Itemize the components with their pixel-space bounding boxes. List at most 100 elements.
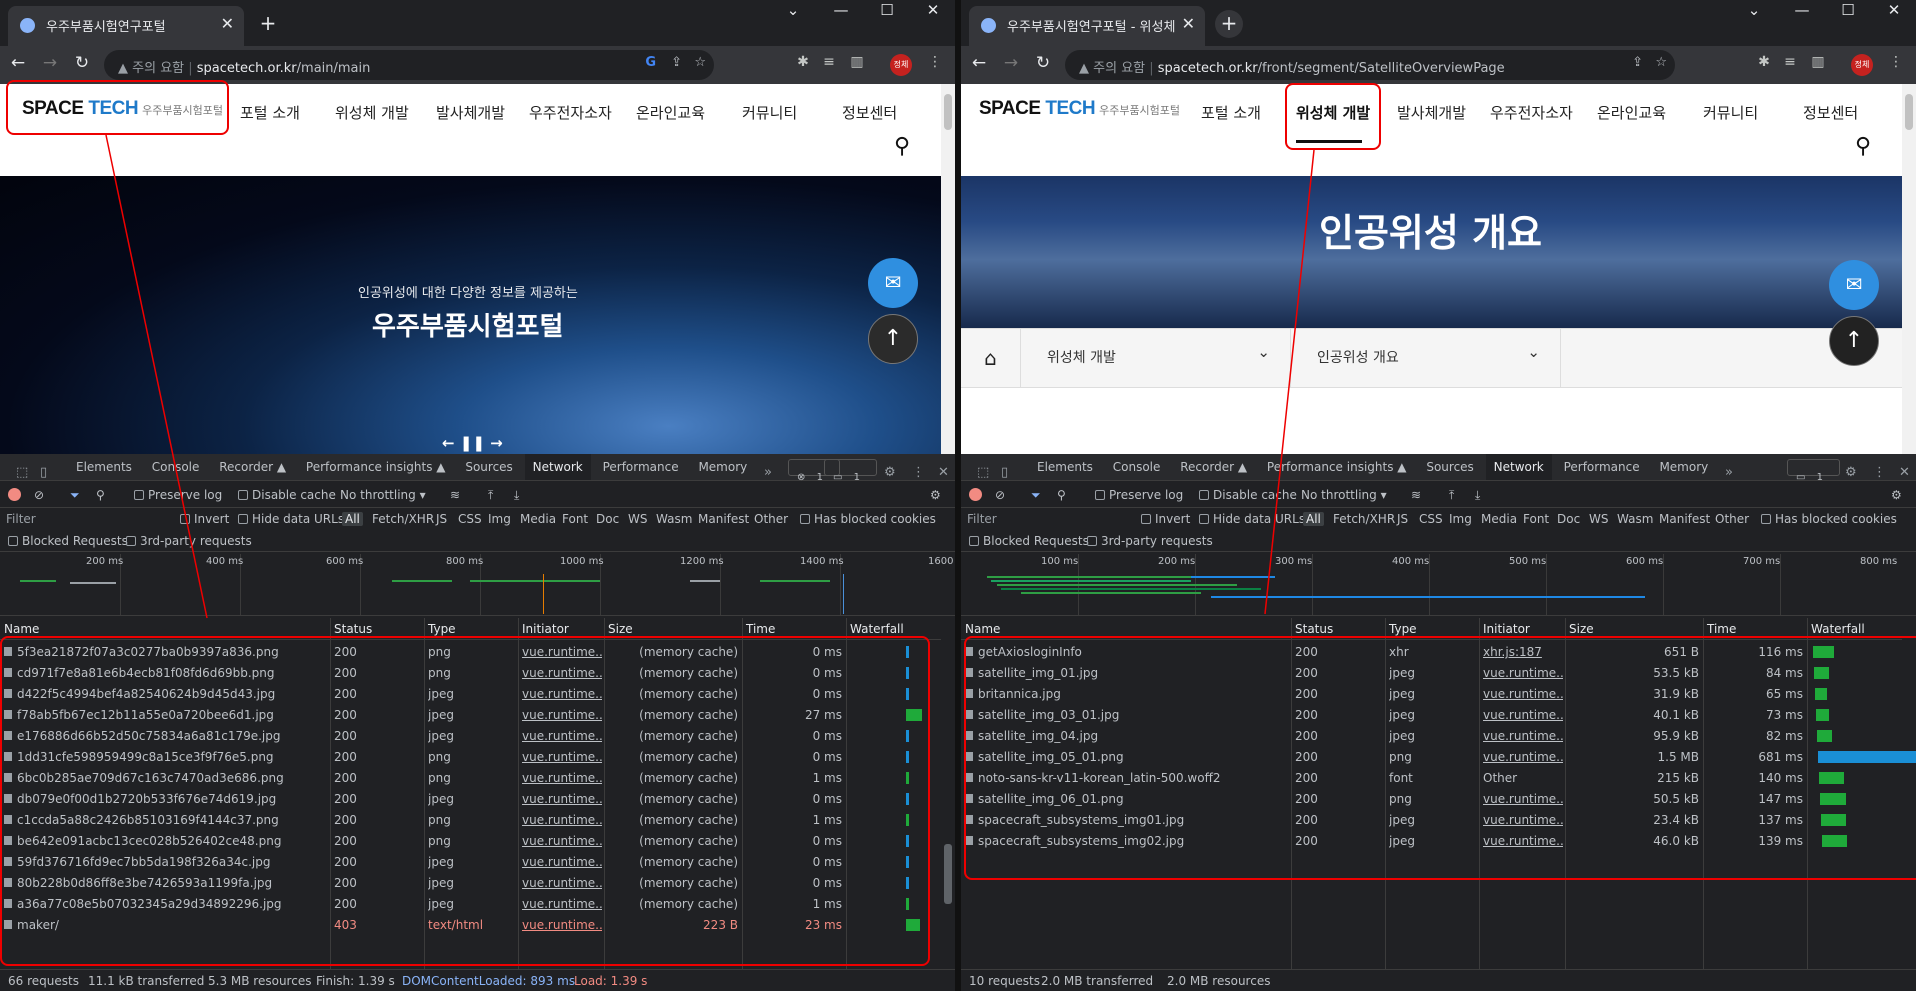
close-window-button[interactable]: ✕ (910, 0, 955, 22)
home-icon[interactable]: ⌂ (961, 329, 1021, 387)
minimize-button[interactable]: — (1779, 0, 1825, 22)
blocked-requests-checkbox[interactable]: Blocked Requests (969, 534, 1089, 548)
page-scrollbar[interactable] (1902, 84, 1916, 454)
warning-icon[interactable]: ▲ (1079, 61, 1093, 76)
tab-console[interactable]: Console (144, 454, 208, 480)
tab-elements[interactable]: Elements (68, 454, 140, 480)
blocked-cookies-checkbox[interactable]: Has blocked cookies (800, 512, 936, 526)
share-icon[interactable]: ⇪ (1632, 55, 1643, 70)
type-filter-other[interactable]: Other (754, 512, 788, 526)
col-size[interactable]: Size (1569, 622, 1594, 636)
col-initiator[interactable]: Initiator (522, 622, 569, 636)
warning-icon[interactable]: ▲ (118, 61, 132, 76)
tab-recorder[interactable]: Recorder ▲ (211, 454, 294, 480)
share-icon[interactable]: ⇪ (671, 55, 682, 70)
page-scrollbar[interactable] (941, 84, 955, 454)
browser-tab[interactable]: 우주부품시험연구포털 - 위성체 ✕ (969, 6, 1205, 46)
extensions-icon[interactable]: ✱ (1753, 54, 1775, 70)
disable-cache-checkbox[interactable]: Disable cache (1199, 488, 1297, 502)
clear-icon[interactable]: ⊘ (995, 488, 1005, 502)
disable-cache-checkbox[interactable]: Disable cache (238, 488, 336, 502)
tab-network[interactable]: Network (1485, 454, 1552, 480)
security-warning-label[interactable]: 주의 요함 (1093, 61, 1145, 76)
slider-controls[interactable]: ← ❚❚ → (442, 434, 503, 452)
scroll-top-button[interactable]: ↑ (1829, 316, 1879, 366)
nav-info-center[interactable]: 정보센터 (1803, 102, 1858, 123)
type-filter-media[interactable]: Media (520, 512, 556, 526)
type-filter-img[interactable]: Img (1449, 512, 1472, 526)
type-filter-css[interactable]: CSS (1419, 512, 1443, 526)
side-panel-icon[interactable]: ▥ (1807, 54, 1829, 70)
tab-sources[interactable]: Sources (457, 454, 520, 480)
breadcrumb-page-select[interactable]: 인공위성 개요 ⌄ (1291, 329, 1561, 387)
reload-icon[interactable]: ↻ (1031, 53, 1055, 73)
issues-badge[interactable]: ▭ 1 (824, 459, 878, 483)
tab-performance-insights[interactable]: Performance insights ▲ (298, 454, 454, 480)
nav-launcher-dev[interactable]: 발사체개발 (436, 102, 505, 123)
col-time[interactable]: Time (746, 622, 775, 636)
type-filter-doc[interactable]: Doc (596, 512, 619, 526)
filter-icon[interactable]: ⏷ (70, 488, 80, 503)
tab-search-icon[interactable]: ⌄ (1731, 0, 1777, 22)
export-har-icon[interactable]: ⤓ (514, 488, 519, 503)
type-filter-all[interactable]: All (1303, 512, 1324, 526)
google-icon[interactable]: G (645, 55, 656, 70)
profile-avatar[interactable]: 정체 (1851, 54, 1873, 76)
col-type[interactable]: Type (1389, 622, 1417, 636)
nav-satellite-dev[interactable]: 위성체 개발 (335, 102, 409, 123)
type-filter-doc[interactable]: Doc (1557, 512, 1580, 526)
tab-search-icon[interactable]: ⌄ (770, 0, 816, 22)
network-settings-icon[interactable]: ⚙ (1891, 488, 1902, 502)
new-tab-button[interactable]: + (254, 10, 282, 38)
search-icon[interactable]: ⚲ (894, 134, 910, 159)
third-party-checkbox[interactable]: 3rd-party requests (126, 534, 252, 548)
table-scrollbar[interactable] (941, 618, 955, 969)
hide-data-urls-checkbox[interactable]: Hide data URLs (238, 512, 344, 526)
invert-checkbox[interactable]: Invert (1141, 512, 1190, 526)
type-filter-js[interactable]: JS (436, 512, 447, 526)
nav-online-education[interactable]: 온라인교육 (636, 102, 705, 123)
filter-input[interactable]: Filter (6, 512, 36, 526)
third-party-checkbox[interactable]: 3rd-party requests (1087, 534, 1213, 548)
type-filter-all[interactable]: All (342, 512, 363, 526)
side-panel-icon[interactable]: ▥ (846, 54, 868, 70)
tab-elements[interactable]: Elements (1029, 454, 1101, 480)
col-waterfall[interactable]: Waterfall (1811, 622, 1865, 636)
type-filter-img[interactable]: Img (488, 512, 511, 526)
col-name[interactable]: Name (4, 622, 39, 636)
nav-online-education[interactable]: 온라인교육 (1597, 102, 1666, 123)
wifi-icon[interactable]: ≋ (450, 488, 460, 502)
close-tab-icon[interactable]: ✕ (1182, 14, 1195, 33)
tab-performance-insights[interactable]: Performance insights ▲ (1259, 454, 1415, 480)
browser-tab[interactable]: 우주부품시험연구포털 ✕ (8, 6, 244, 46)
nav-space-electronics[interactable]: 우주전자소자 (1490, 102, 1573, 123)
type-filter-font[interactable]: Font (1523, 512, 1549, 526)
clear-icon[interactable]: ⊘ (34, 488, 44, 502)
maximize-button[interactable]: ☐ (1825, 0, 1871, 22)
search-network-icon[interactable]: ⚲ (1057, 488, 1066, 502)
tab-performance[interactable]: Performance (595, 454, 687, 480)
tab-sources[interactable]: Sources (1418, 454, 1481, 480)
filter-icon[interactable]: ⏷ (1031, 488, 1041, 503)
throttling-select[interactable]: No throttling ▾ (1301, 488, 1387, 502)
preserve-log-checkbox[interactable]: Preserve log (1095, 488, 1183, 502)
breadcrumb-category-select[interactable]: 위성체 개발 ⌄ (1021, 329, 1291, 387)
tab-network[interactable]: Network (524, 454, 591, 480)
type-filter-font[interactable]: Font (562, 512, 588, 526)
menu-kebab-icon[interactable]: ⋮ (1885, 54, 1907, 70)
mail-icon[interactable]: ✉ (1829, 260, 1879, 310)
forward-icon[interactable]: → (999, 53, 1023, 73)
blocked-requests-checkbox[interactable]: Blocked Requests (8, 534, 128, 548)
network-settings-icon[interactable]: ⚙ (930, 488, 941, 502)
tab-recorder[interactable]: Recorder ▲ (1172, 454, 1255, 480)
import-har-icon[interactable]: ⤒ (1449, 488, 1454, 503)
type-filter-fetch[interactable]: Fetch/XHR (372, 512, 434, 526)
wifi-icon[interactable]: ≋ (1411, 488, 1421, 502)
menu-kebab-icon[interactable]: ⋮ (924, 54, 946, 70)
search-icon[interactable]: ⚲ (1855, 134, 1871, 159)
site-logo[interactable]: SPACE TECH 우주부품시험포털 (979, 98, 1180, 120)
nav-community[interactable]: 커뮤니티 (1703, 102, 1758, 123)
address-bar[interactable]: ▲ 주의 요함 | spacetech.or.kr/main/main G ⇪ … (104, 50, 714, 80)
hide-data-urls-checkbox[interactable]: Hide data URLs (1199, 512, 1305, 526)
col-waterfall[interactable]: Waterfall (850, 622, 904, 636)
